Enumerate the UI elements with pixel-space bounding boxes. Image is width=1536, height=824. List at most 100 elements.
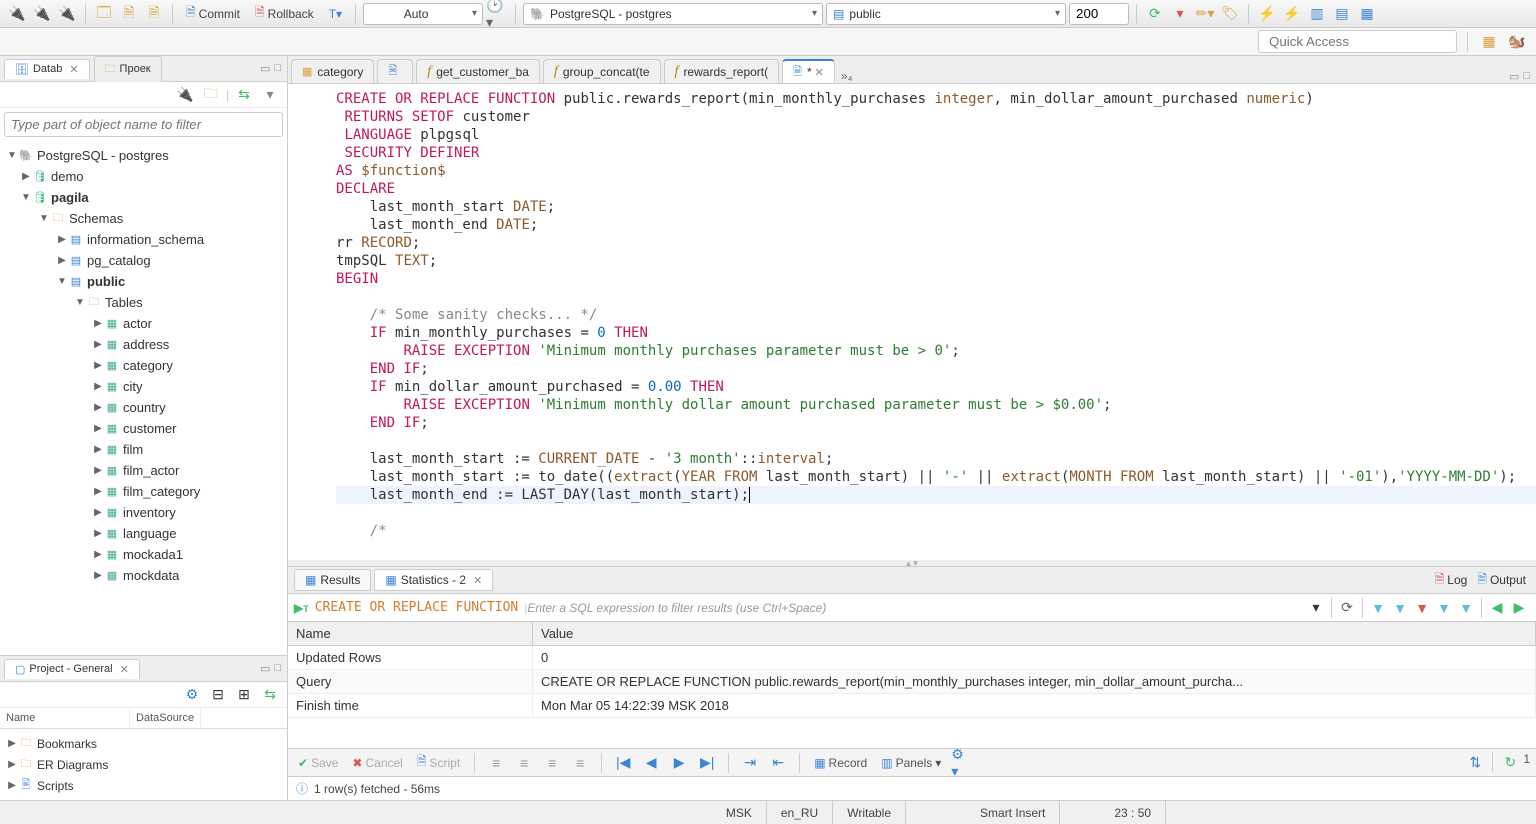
import-icon[interactable]: ⇤ xyxy=(767,752,789,774)
sql-new-icon[interactable]: 🗎 xyxy=(143,3,165,25)
filter4-icon[interactable]: ▼ xyxy=(1433,597,1455,619)
tab-project-general[interactable]: ▢Project - General✕ xyxy=(4,659,140,679)
gear-icon[interactable]: ⚙ ▾ xyxy=(951,752,973,774)
link-icon[interactable]: ⇆ xyxy=(233,84,255,106)
pin-icon[interactable]: ⇅ xyxy=(1464,752,1486,774)
output-button[interactable]: 🗎Output xyxy=(1473,568,1530,593)
execute-icon[interactable]: ▶T xyxy=(294,601,309,615)
layout1-icon[interactable]: ▥ xyxy=(1306,3,1328,25)
perspective-db-icon[interactable]: ▦ xyxy=(1478,31,1500,53)
schema-combo[interactable]: ▤public xyxy=(826,3,1066,25)
nav-prev-icon[interactable]: ◀ xyxy=(640,752,662,774)
nav-last-icon[interactable]: ▶| xyxy=(696,752,718,774)
grid-head-value[interactable]: Value xyxy=(533,622,1536,645)
maximize-icon[interactable]: □ xyxy=(274,62,281,75)
plug-connect-icon[interactable]: 🔌 xyxy=(6,3,28,25)
export-icon[interactable]: ⇥ xyxy=(739,752,761,774)
tree-table-country[interactable]: ▶▦country xyxy=(2,397,285,418)
tree-table-category[interactable]: ▶▦category xyxy=(2,355,285,376)
edit2-icon[interactable]: ≡ xyxy=(513,752,535,774)
collapse-icon[interactable]: ⊟ xyxy=(207,684,229,706)
gear-icon[interactable]: ⚙ xyxy=(181,684,203,706)
tree-tables[interactable]: ▼🗀Tables xyxy=(2,292,285,313)
history-icon[interactable]: 🕑▾ xyxy=(486,3,508,25)
filter3-icon[interactable]: ▼ xyxy=(1411,597,1433,619)
next-green-icon[interactable]: ▶ xyxy=(1508,597,1530,619)
editor-tab[interactable]: fgroup_concat(te xyxy=(543,59,661,83)
tree-schema-pgcat[interactable]: ▶▤pg_catalog xyxy=(2,250,285,271)
sql-editor-icon[interactable]: 🗔 xyxy=(93,3,115,25)
tree-table-customer[interactable]: ▶▦customer xyxy=(2,418,285,439)
edit4-icon[interactable]: ≡ xyxy=(569,752,591,774)
link-icon[interactable]: ⇆ xyxy=(259,684,281,706)
editor-tab[interactable]: 🗎*✕ xyxy=(782,59,835,83)
auto-commit-combo[interactable]: Auto xyxy=(363,3,483,25)
proj-bookmarks[interactable]: ▶🗀Bookmarks xyxy=(2,733,285,754)
maximize-icon[interactable]: □ xyxy=(274,662,281,675)
layout3-icon[interactable]: ▦ xyxy=(1356,3,1378,25)
close-icon[interactable]: ✕ xyxy=(69,63,78,76)
status-mode[interactable]: Writable xyxy=(833,801,906,824)
plug-disconnect-icon[interactable]: 🔌 xyxy=(56,3,78,25)
tree-db-pagila[interactable]: ▼🛢pagila xyxy=(2,187,285,208)
editor-tab[interactable]: fget_customer_ba xyxy=(416,59,540,83)
log-button[interactable]: 🗎Log xyxy=(1431,568,1472,593)
edit1-icon[interactable]: ≡ xyxy=(485,752,507,774)
tree-table-language[interactable]: ▶▦language xyxy=(2,523,285,544)
tree-table-city[interactable]: ▶▦city xyxy=(2,376,285,397)
bolt2-icon[interactable]: ⚡ xyxy=(1281,3,1303,25)
menu-icon[interactable]: ▾ xyxy=(259,84,281,106)
database-tree[interactable]: ▼🐘PostgreSQL - postgres ▶🛢demo ▼🛢pagila … xyxy=(0,141,287,655)
brush-icon[interactable]: ✏▾ xyxy=(1194,3,1216,25)
plug-new-icon[interactable]: 🔌 xyxy=(31,3,53,25)
connection-combo[interactable]: 🐘PostgreSQL - postgres xyxy=(523,3,823,25)
quick-access-input[interactable] xyxy=(1258,30,1457,53)
proj-er[interactable]: ▶🗀ER Diagrams xyxy=(2,754,285,775)
tab-results[interactable]: ▦Results xyxy=(294,569,371,591)
grid-row[interactable]: Updated Rows0 xyxy=(288,646,1536,670)
bolt-icon[interactable]: ⚡ xyxy=(1256,3,1278,25)
tree-table-film[interactable]: ▶▦film xyxy=(2,439,285,460)
script-button[interactable]: 🗎Script xyxy=(413,750,464,775)
tree-table-film_actor[interactable]: ▶▦film_actor xyxy=(2,460,285,481)
tree-table-mockada1[interactable]: ▶▦mockada1 xyxy=(2,544,285,565)
tree-connection[interactable]: ▼🐘PostgreSQL - postgres xyxy=(2,145,285,166)
tab-projects[interactable]: 🗀Проек xyxy=(94,56,162,82)
tree-schemas[interactable]: ▼🗀Schemas xyxy=(2,208,285,229)
nav-first-icon[interactable]: |◀ xyxy=(612,752,634,774)
folder-icon[interactable]: 🗀 xyxy=(200,84,222,106)
sql-editor[interactable]: CREATE OR REPLACE FUNCTION public.reward… xyxy=(288,84,1536,560)
grid-head-name[interactable]: Name xyxy=(288,622,533,645)
row-limit-input[interactable] xyxy=(1069,3,1129,25)
refresh-icon[interactable]: ↻ xyxy=(1499,752,1521,774)
status-insert[interactable]: Smart Insert xyxy=(966,801,1060,824)
tree-schema-public[interactable]: ▼▤public xyxy=(2,271,285,292)
stop-icon[interactable]: ▾ xyxy=(1169,3,1191,25)
plug-icon[interactable]: 🔌 xyxy=(174,84,196,106)
panels-button[interactable]: ▥Panels ▾ xyxy=(877,754,945,772)
refresh-icon[interactable]: ⟳ xyxy=(1336,597,1358,619)
nav-next-icon[interactable]: ▶ xyxy=(668,752,690,774)
perspective-dbeaver-icon[interactable]: 🐿️ xyxy=(1506,31,1528,53)
filter5-icon[interactable]: ▼ xyxy=(1455,597,1477,619)
filter2-icon[interactable]: ▼ xyxy=(1389,597,1411,619)
rollback-button[interactable]: 🗎Rollback xyxy=(249,3,320,24)
overflow-tabs-icon[interactable]: »₄ xyxy=(841,69,853,83)
grid-row[interactable]: Finish timeMon Mar 05 14:22:39 MSK 2018 xyxy=(288,694,1536,718)
tree-table-actor[interactable]: ▶▦actor xyxy=(2,313,285,334)
tx-mode-button[interactable]: T▾ xyxy=(323,7,348,21)
results-grid[interactable]: Name Value Updated Rows0QueryCREATE OR R… xyxy=(288,622,1536,748)
tree-table-mockdata[interactable]: ▶▦mockdata xyxy=(2,565,285,586)
filter-expression-input[interactable]: Enter a SQL expression to filter results… xyxy=(527,601,1305,615)
editor-tab[interactable]: frewards_report( xyxy=(664,59,780,83)
editor-tab[interactable]: 🗎 xyxy=(377,59,413,83)
tree-table-inventory[interactable]: ▶▦inventory xyxy=(2,502,285,523)
grid-row[interactable]: QueryCREATE OR REPLACE FUNCTION public.r… xyxy=(288,670,1536,694)
minimize-icon[interactable]: ▭ xyxy=(260,662,270,675)
close-icon[interactable]: ✕ xyxy=(473,574,482,587)
tag-icon[interactable]: 🏷 xyxy=(1219,3,1241,25)
tree-filter-input[interactable] xyxy=(4,112,283,137)
maximize-icon[interactable]: □ xyxy=(1523,70,1530,83)
tree-table-address[interactable]: ▶▦address xyxy=(2,334,285,355)
layout2-icon[interactable]: ▤ xyxy=(1331,3,1353,25)
